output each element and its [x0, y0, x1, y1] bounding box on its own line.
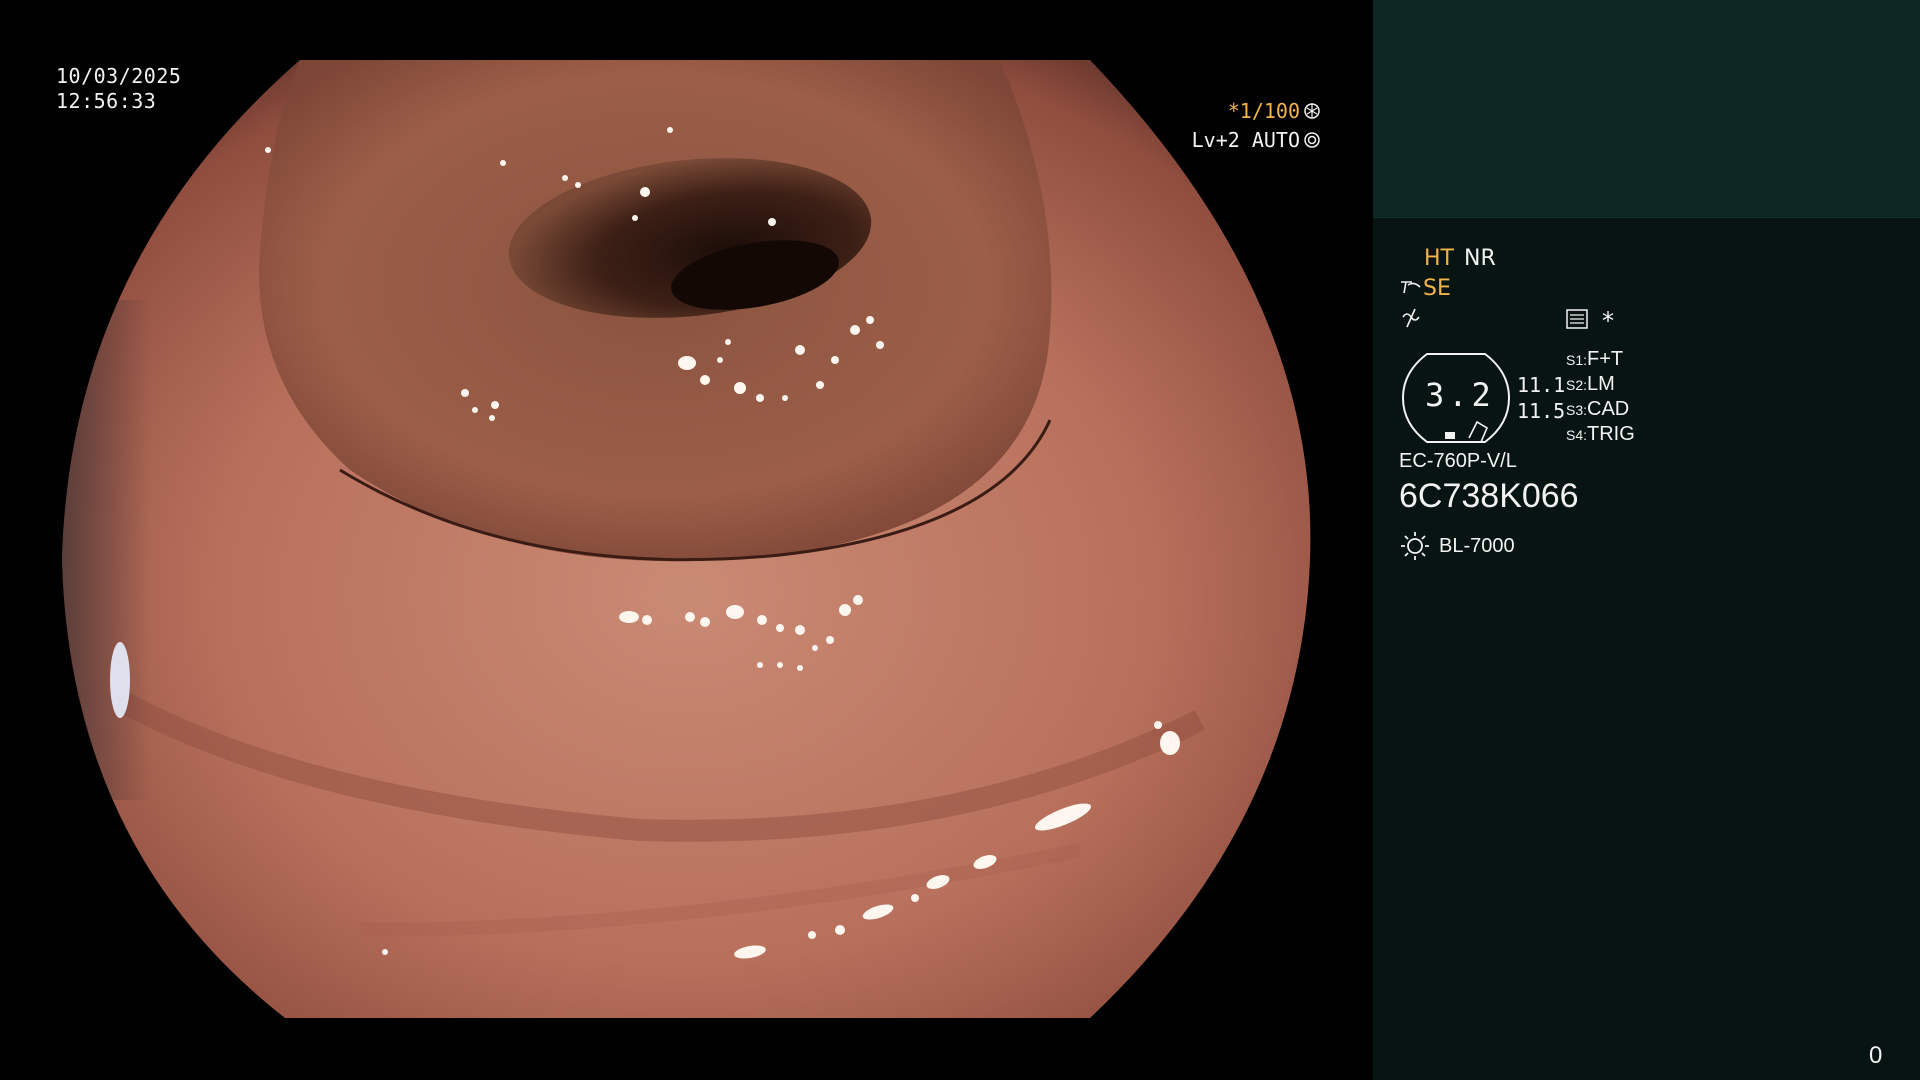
s1-setting: S1:F+T: [1566, 348, 1623, 371]
ht-indicator: HT: [1424, 246, 1454, 271]
s3-setting: S3:CAD: [1566, 398, 1629, 421]
aperture-icon: [1304, 103, 1320, 119]
s1-key: S1:: [1566, 352, 1588, 368]
s4-setting: S4:TRIG: [1566, 423, 1635, 446]
scope-serial: 6C738K066: [1399, 477, 1579, 515]
noise-filter-icon: [1402, 308, 1420, 328]
date-readout: 10/03/2025: [56, 64, 182, 88]
s2-value: LM: [1587, 373, 1615, 395]
menu-list-icon: [1566, 309, 1588, 329]
shutter-readout: *1/100: [1228, 99, 1320, 123]
value-readout-b: 11.5: [1517, 399, 1566, 423]
structure-enhance-icon: [1401, 281, 1421, 294]
scope-model: EC-760P-V/L: [1399, 450, 1517, 472]
info-panel: HT NR SE * 3.2 11.1 11.5 S1:F+T S2:LM S3…: [1373, 0, 1920, 1080]
light-source: BL-7000: [1439, 535, 1515, 557]
panel-header-area: [1373, 0, 1920, 218]
s2-key: S2:: [1566, 377, 1588, 393]
s2-setting: S2:LM: [1566, 373, 1615, 396]
iris-readout: Lv+2 AUTO: [1192, 128, 1320, 152]
frame-counter: 0: [1869, 1042, 1883, 1069]
s3-key: S3:: [1566, 402, 1588, 418]
iris-value: Lv+2 AUTO: [1191, 128, 1300, 152]
sun-icon: [1401, 532, 1429, 560]
endoscope-image: [62, 60, 1311, 1018]
s3-value: CAD: [1587, 398, 1630, 420]
nr-indicator: NR: [1464, 246, 1496, 271]
endoscope-view: 10/03/2025 12:56:33 *1/100 Lv+2 AUTO: [0, 0, 1372, 1080]
zoom-value: 3.2: [1425, 376, 1495, 414]
se-indicator: SE: [1423, 276, 1451, 301]
shutter-value: *1/100: [1227, 99, 1300, 123]
s1-value: F+T: [1587, 348, 1624, 370]
iris-icon: [1304, 132, 1320, 148]
s4-value: TRIG: [1587, 423, 1635, 445]
time-readout: 12:56:33: [56, 89, 157, 113]
value-readout-a: 11.1: [1517, 373, 1566, 397]
star-indicator: *: [1602, 307, 1614, 335]
s4-key: S4:: [1566, 427, 1588, 443]
